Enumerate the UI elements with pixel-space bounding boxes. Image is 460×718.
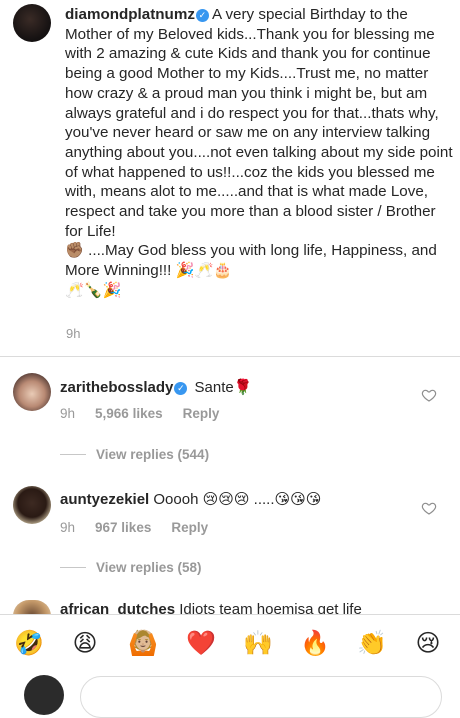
caption-divider [0, 356, 460, 357]
emoji-fire-button[interactable]: 🔥 [300, 630, 330, 658]
comment-meta: 9h 967 likes Reply [60, 520, 228, 535]
comment-likes-count[interactable]: 967 likes [95, 520, 151, 535]
emoji-heart-button[interactable]: ❤️ [186, 630, 216, 658]
post-author-username[interactable]: diamondplatnumz [65, 6, 195, 23]
comment-timestamp: 9h [60, 520, 76, 535]
replies-divider-line [60, 567, 86, 568]
reply-button[interactable]: Reply [171, 520, 208, 535]
post-caption-text: A very special Birthday to the Mother of… [65, 6, 453, 299]
comment-input[interactable] [80, 676, 442, 718]
emoji-raised-hands-button[interactable]: 🙌 [243, 630, 273, 658]
emoji-cry-button[interactable]: 😢 [414, 630, 442, 658]
comment-text: Sante🌹 [194, 379, 253, 396]
view-replies-label: View replies (544) [96, 447, 210, 462]
post-caption: diamondplatnumz ✓ A very special Birthday … [65, 5, 453, 301]
emoji-reaction-bar: 🤣 😩 🙆🏼 ❤️ 🙌 🔥 👏 😢 [0, 614, 460, 673]
replies-divider-line [60, 454, 86, 455]
view-replies-label: View replies (58) [96, 560, 202, 575]
comment-text: Ooooh 😢😢😢 .....😘😘😘 [153, 491, 322, 508]
verified-badge-icon: ✓ [195, 9, 209, 22]
commenter-avatar[interactable] [13, 373, 51, 411]
commenter-avatar[interactable] [13, 486, 51, 524]
reply-button[interactable]: Reply [183, 406, 220, 421]
view-replies-button[interactable]: View replies (58) [60, 560, 202, 575]
emoji-clap-button[interactable]: 👏 [357, 630, 387, 658]
heart-outline-icon[interactable] [421, 500, 437, 516]
comment-username[interactable]: auntyezekiel [60, 491, 149, 508]
emoji-rofl-button[interactable]: 🤣 [14, 630, 44, 658]
comment: zarithebosslady ✓ Sante🌹 [60, 378, 252, 396]
emoji-ok-gesture-button[interactable]: 🙆🏼 [128, 630, 158, 658]
comment-timestamp: 9h [60, 406, 76, 421]
comment-username[interactable]: zarithebosslady [60, 379, 173, 396]
post-author-avatar[interactable] [13, 4, 51, 42]
current-user-avatar [24, 675, 64, 715]
view-replies-button[interactable]: View replies (544) [60, 447, 209, 462]
heart-outline-icon[interactable] [421, 387, 437, 403]
verified-badge-icon: ✓ [174, 382, 188, 395]
comment: auntyezekiel Ooooh 😢😢😢 .....😘😘😘 [60, 490, 321, 508]
post-timestamp: 9h [66, 326, 81, 341]
comment-likes-count[interactable]: 5,966 likes [95, 406, 163, 421]
emoji-weary-button[interactable]: 😩 [71, 630, 99, 658]
comment-meta: 9h 5,966 likes Reply [60, 406, 239, 421]
